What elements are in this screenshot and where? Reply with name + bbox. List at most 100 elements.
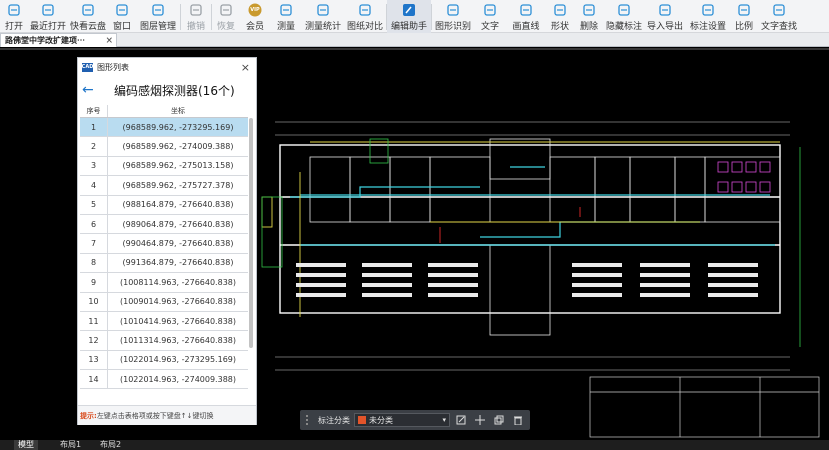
table-scrollbar[interactable] (249, 118, 253, 408)
row-index: 5 (80, 195, 108, 214)
layout-tab-2[interactable]: 布局1 (56, 440, 85, 450)
shape-icon (553, 3, 567, 17)
table-row[interactable]: 9 (1008114.963, -276640.838) (80, 273, 248, 293)
panel-title-bar[interactable]: CAD 图形列表 × (78, 58, 256, 76)
toolbar-redo-button[interactable]: 恢复 (212, 0, 240, 33)
column-header-index: 序号 (80, 105, 108, 117)
category-color-swatch (358, 416, 366, 424)
panel-heading: 编码感烟探测器(16个) (114, 83, 235, 98)
toolbar-recent-button[interactable]: 最近打开 (28, 0, 68, 33)
row-coordinate: (1022014.963, -273295.169) (119, 355, 236, 365)
back-arrow-icon[interactable]: ← (82, 82, 102, 98)
layout-tab-1[interactable]: 模型 (14, 440, 38, 450)
toolbar-shape-button[interactable]: 形状 (546, 0, 574, 33)
toolbar-text-search-button[interactable]: 文字查找 (758, 0, 800, 33)
close-icon[interactable]: × (241, 61, 250, 74)
toolbar-label: 图纸对比 (346, 22, 383, 32)
row-coordinate: (1010414.963, -276640.838) (119, 316, 236, 326)
table-row[interactable]: 6 (989064.879, -276640.838) (80, 214, 248, 235)
document-tab[interactable]: 路佛堂中学改扩建项⋯ × (0, 33, 117, 47)
toolbar-hide-annotation-button[interactable]: 隐藏标注 (604, 0, 644, 33)
delete-icon (582, 3, 596, 17)
edit-icon[interactable] (453, 413, 469, 427)
toolbar-undo-button[interactable]: 撤销 (181, 0, 211, 33)
delete-icon[interactable] (510, 413, 526, 427)
table-row[interactable]: 7 (990464.879, -276640.838) (80, 234, 248, 254)
toolbar-measure-button[interactable]: 测量 (270, 0, 302, 33)
table-row[interactable]: 1 (968589.962, -273295.169) (80, 118, 248, 138)
toolbar-label: 最近打开 (29, 22, 66, 32)
layout-tab-3[interactable]: 布局2 (96, 440, 125, 450)
toolbar-compare-button[interactable]: 图纸对比 (344, 0, 386, 33)
panel-header: ← 编码感烟探测器(16个) (78, 78, 256, 102)
table-row[interactable]: 5 (988164.879, -276640.838) (80, 195, 248, 215)
row-index: 14 (80, 370, 108, 389)
toolbar-label: 测量 (276, 22, 295, 32)
panel-window-title: 图形列表 (97, 62, 129, 72)
tip-label: 提示: (80, 411, 97, 420)
row-index: 1 (80, 118, 108, 137)
toolbar-scale-button[interactable]: 比例 (730, 0, 758, 33)
compare-icon (358, 3, 372, 17)
toolbar-delete-button[interactable]: 删除 (574, 0, 604, 33)
row-coordinate: (1008114.963, -276640.838) (119, 277, 236, 287)
table-header: 序号 坐标 (80, 105, 248, 118)
close-icon[interactable]: × (105, 36, 113, 46)
undo-icon (189, 3, 203, 17)
row-index: 4 (80, 176, 108, 195)
copy-icon[interactable] (491, 413, 507, 427)
toolbar-annotation-settings-button[interactable]: 标注设置 (686, 0, 730, 33)
panel-footer: 提示: 左键点击表格项或按下键盘↑↓键切换 (78, 405, 256, 425)
table-row[interactable]: 4 (968589.962, -275727.378) (80, 176, 248, 196)
table-row[interactable]: 11 (1010414.963, -276640.838) (80, 311, 248, 332)
vip-badge: VIP (250, 7, 260, 13)
toolbar-cloud-button[interactable]: 快看云盘 (68, 0, 108, 33)
document-tab-label: 路佛堂中学改扩建项⋯ (5, 35, 85, 45)
shape-recognition-icon (446, 3, 460, 17)
column-header-coordinate: 坐标 (171, 107, 185, 115)
drag-handle-icon[interactable] (306, 415, 312, 425)
open-folder-icon (7, 3, 21, 17)
toolbar-label: 文字查找 (760, 22, 797, 32)
redo-icon (219, 3, 233, 17)
table-row[interactable]: 2 (968589.962, -274009.388) (80, 137, 248, 157)
table-row[interactable]: 13 (1022014.963, -273295.169) (80, 350, 248, 371)
scrollbar-thumb[interactable] (249, 118, 253, 348)
window-icon (115, 3, 129, 17)
toolbar-layers-button[interactable]: 图层管理 (136, 0, 180, 33)
table-row[interactable]: 10 (1009014.963, -276640.838) (80, 292, 248, 312)
recent-icon (41, 3, 55, 17)
toolbar-open-folder-button[interactable]: 打开 (0, 0, 28, 33)
toolbar-line-button[interactable]: 画直线 (506, 0, 546, 33)
table-row[interactable]: 14 (1022014.963, -274009.388) (80, 370, 248, 390)
toolbar-window-button[interactable]: 窗口 (108, 0, 136, 33)
hide-annotation-icon (617, 3, 631, 17)
tip-text: 左键点击表格项或按下键盘↑↓键切换 (96, 411, 214, 420)
text-icon (483, 3, 497, 17)
table-row[interactable]: 8 (991364.879, -276640.838) (80, 253, 248, 274)
move-icon[interactable] (472, 413, 488, 427)
annotation-category-select[interactable]: 未分类 ▾ (354, 413, 450, 427)
toolbar-label: 窗口 (112, 22, 131, 32)
table-row[interactable]: 12 (1011314.963, -276640.838) (80, 331, 248, 351)
table-row[interactable]: 3 (968589.962, -275013.158) (80, 156, 248, 177)
toolbar-label: 文字 (480, 22, 499, 32)
toolbar-vip-button[interactable]: VIP 会员 (240, 0, 270, 33)
row-index: 7 (80, 234, 108, 253)
layers-icon (151, 3, 165, 17)
row-coordinate: (1009014.963, -276640.838) (119, 297, 236, 307)
toolbar-label: 打开 (4, 22, 23, 32)
toolbar-import-export-button[interactable]: 导入导出 (644, 0, 686, 33)
row-coordinate: (1011314.963, -276640.838) (119, 335, 236, 345)
category-value: 未分类 (369, 415, 393, 425)
toolbar-label: 删除 (579, 22, 598, 32)
toolbar-measure-stats-button[interactable]: 测量统计 (302, 0, 344, 33)
toolbar-text-button[interactable]: 文字 (474, 0, 506, 33)
cloud-icon (81, 3, 95, 17)
toolbar-shape-recognition-button[interactable]: 图形识别 (432, 0, 474, 33)
chevron-down-icon: ▾ (442, 416, 446, 424)
toolbar-edit-assistant-button[interactable]: 编辑助手 (387, 0, 431, 33)
row-coordinate: (968589.962, -275013.158) (122, 161, 234, 171)
toolbar-label: 形状 (550, 22, 569, 32)
app-logo-icon: CAD (81, 62, 94, 72)
